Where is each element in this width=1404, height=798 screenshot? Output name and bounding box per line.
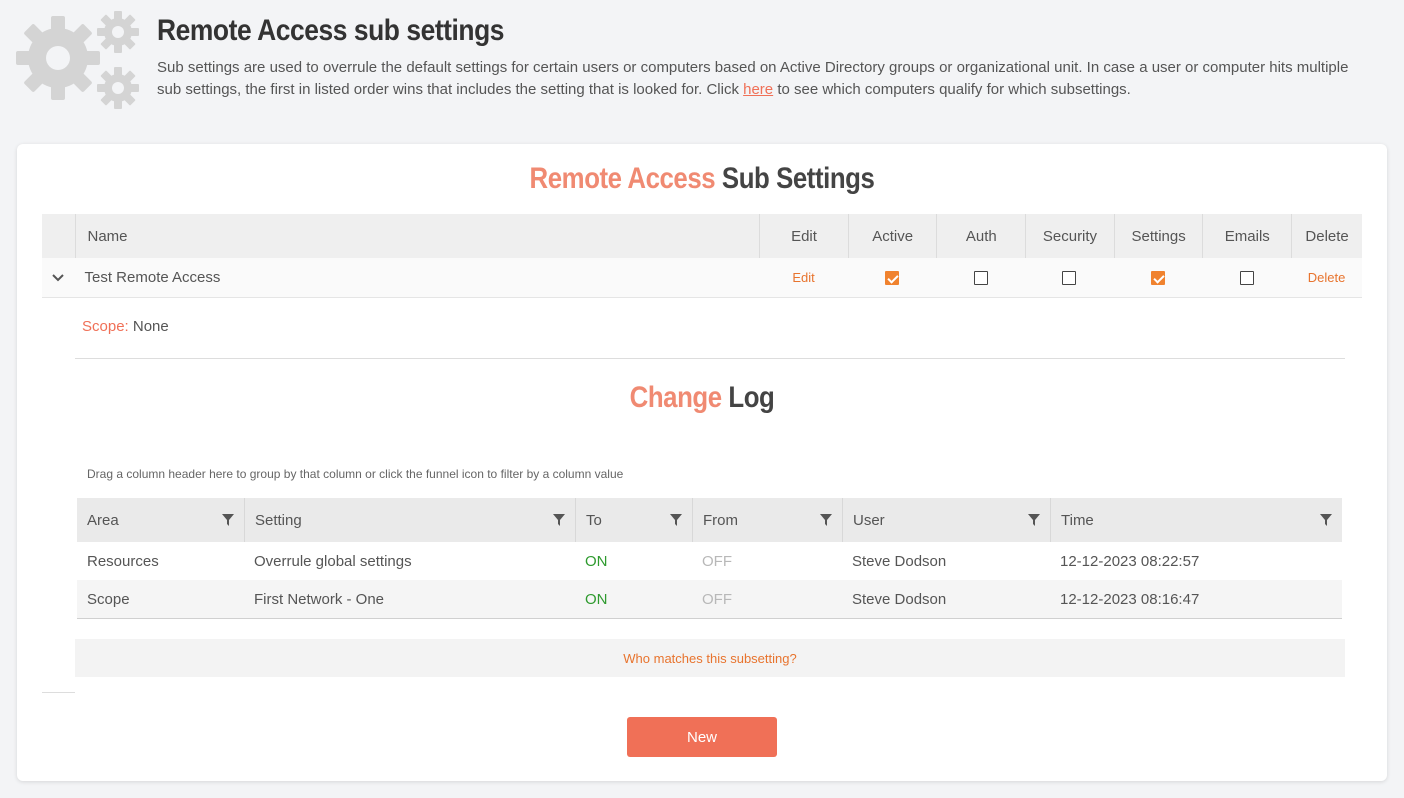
divider [42,692,75,693]
edit-link[interactable]: Edit [792,270,814,285]
column-header-label: Setting [255,511,302,529]
here-link[interactable]: here [743,81,773,98]
changelog-title-rest: Log [721,381,775,414]
column-header-edit[interactable]: Edit [759,214,848,258]
who-matches-link[interactable]: Who matches this subsetting? [75,639,1345,677]
cell-time: 12-12-2023 08:16:47 [1060,590,1200,608]
column-header-delete[interactable]: Delete [1291,214,1362,258]
cell-from: OFF [702,590,732,608]
new-button[interactable]: New [627,717,777,757]
card-title-accent: Remote Access [529,162,716,195]
expand-column-header [42,214,75,258]
auth-checkbox[interactable] [973,270,988,285]
funnel-icon[interactable] [670,514,682,526]
column-header-setting[interactable]: Setting [244,498,575,542]
column-header-auth[interactable]: Auth [936,214,1025,258]
emails-cell [1202,258,1291,297]
active-checkbox[interactable] [885,270,900,285]
changelog-header: Area Setting To From User Time [77,498,1342,542]
page-header: Remote Access sub settings Sub settings … [0,0,1404,130]
scope-label: Scope: [82,318,129,335]
settings-checkbox[interactable] [1151,270,1166,285]
column-header-active[interactable]: Active [847,214,937,258]
card-title-rest: Sub Settings [715,162,875,195]
column-header-label: From [703,511,738,529]
scope-value: None [128,318,169,335]
settings-cell [1114,258,1203,297]
chevron-down-icon[interactable] [42,258,75,298]
gears-icon [16,11,139,109]
grid-header: Name Edit Active Auth Security Settings … [42,214,1362,258]
funnel-icon[interactable] [553,514,565,526]
card-title: Remote Access Sub Settings [113,162,1291,196]
column-header-name[interactable]: Name [74,214,760,258]
emails-checkbox[interactable] [1239,270,1254,285]
column-header-label: Area [87,511,119,529]
delete-link[interactable]: Delete [1308,270,1346,285]
scope-text: Scope: None [82,318,169,335]
sub-settings-card: Remote Access Sub Settings Name Edit Act… [17,144,1387,781]
column-header-from[interactable]: From [692,498,842,542]
cell-user: Steve Dodson [852,552,947,570]
delete-cell: Delete [1291,258,1362,297]
changelog-grid: Area Setting To From User Time Resources… [77,498,1342,619]
page-description: Sub settings are used to overrule the de… [157,57,1357,101]
column-header-user[interactable]: User [842,498,1050,542]
changelog-body: Resources Overrule global settings ON OF… [77,542,1342,618]
funnel-icon[interactable] [222,514,234,526]
column-header-label: To [586,511,602,529]
changelog-title-accent: Change [629,381,722,414]
security-cell [1025,258,1114,297]
page-title: Remote Access sub settings [157,14,505,47]
table-row: Scope First Network - One ON OFF Steve D… [77,580,1342,618]
cell-time: 12-12-2023 08:22:57 [1060,552,1200,570]
cell-area: Scope [87,590,130,608]
column-header-emails[interactable]: Emails [1202,214,1291,258]
column-header-time[interactable]: Time [1050,498,1342,542]
column-header-area[interactable]: Area [77,498,244,542]
cell-setting: Overrule global settings [254,552,412,570]
cell-to: ON [585,590,608,608]
active-cell [848,258,937,297]
column-header-label: User [853,511,885,529]
description-text-end: to see which computers qualify for which… [773,81,1131,98]
funnel-icon[interactable] [1320,514,1332,526]
changelog-title: Change Log [113,381,1291,415]
cell-setting: First Network - One [254,590,385,608]
column-header-settings[interactable]: Settings [1113,214,1203,258]
auth-cell [936,258,1025,297]
table-row: Resources Overrule global settings ON OF… [77,542,1342,580]
column-header-security[interactable]: Security [1025,214,1114,258]
column-header-label: Time [1061,511,1094,529]
funnel-icon[interactable] [1028,514,1040,526]
funnel-icon[interactable] [820,514,832,526]
divider [75,358,1345,359]
column-header-to[interactable]: To [575,498,692,542]
group-drag-hint[interactable]: Drag a column header here to group by th… [87,467,623,481]
security-checkbox[interactable] [1062,270,1077,285]
row-name: Test Remote Access [84,269,221,286]
cell-user: Steve Dodson [852,590,947,608]
divider [42,297,75,298]
table-row: Test Remote Access Edit Delete [42,258,1362,298]
sub-settings-grid: Name Edit Active Auth Security Settings … [42,214,1362,298]
edit-cell: Edit [759,258,848,297]
cell-from: OFF [702,552,732,570]
cell-area: Resources [87,552,159,570]
divider [77,618,1342,619]
cell-to: ON [585,552,608,570]
